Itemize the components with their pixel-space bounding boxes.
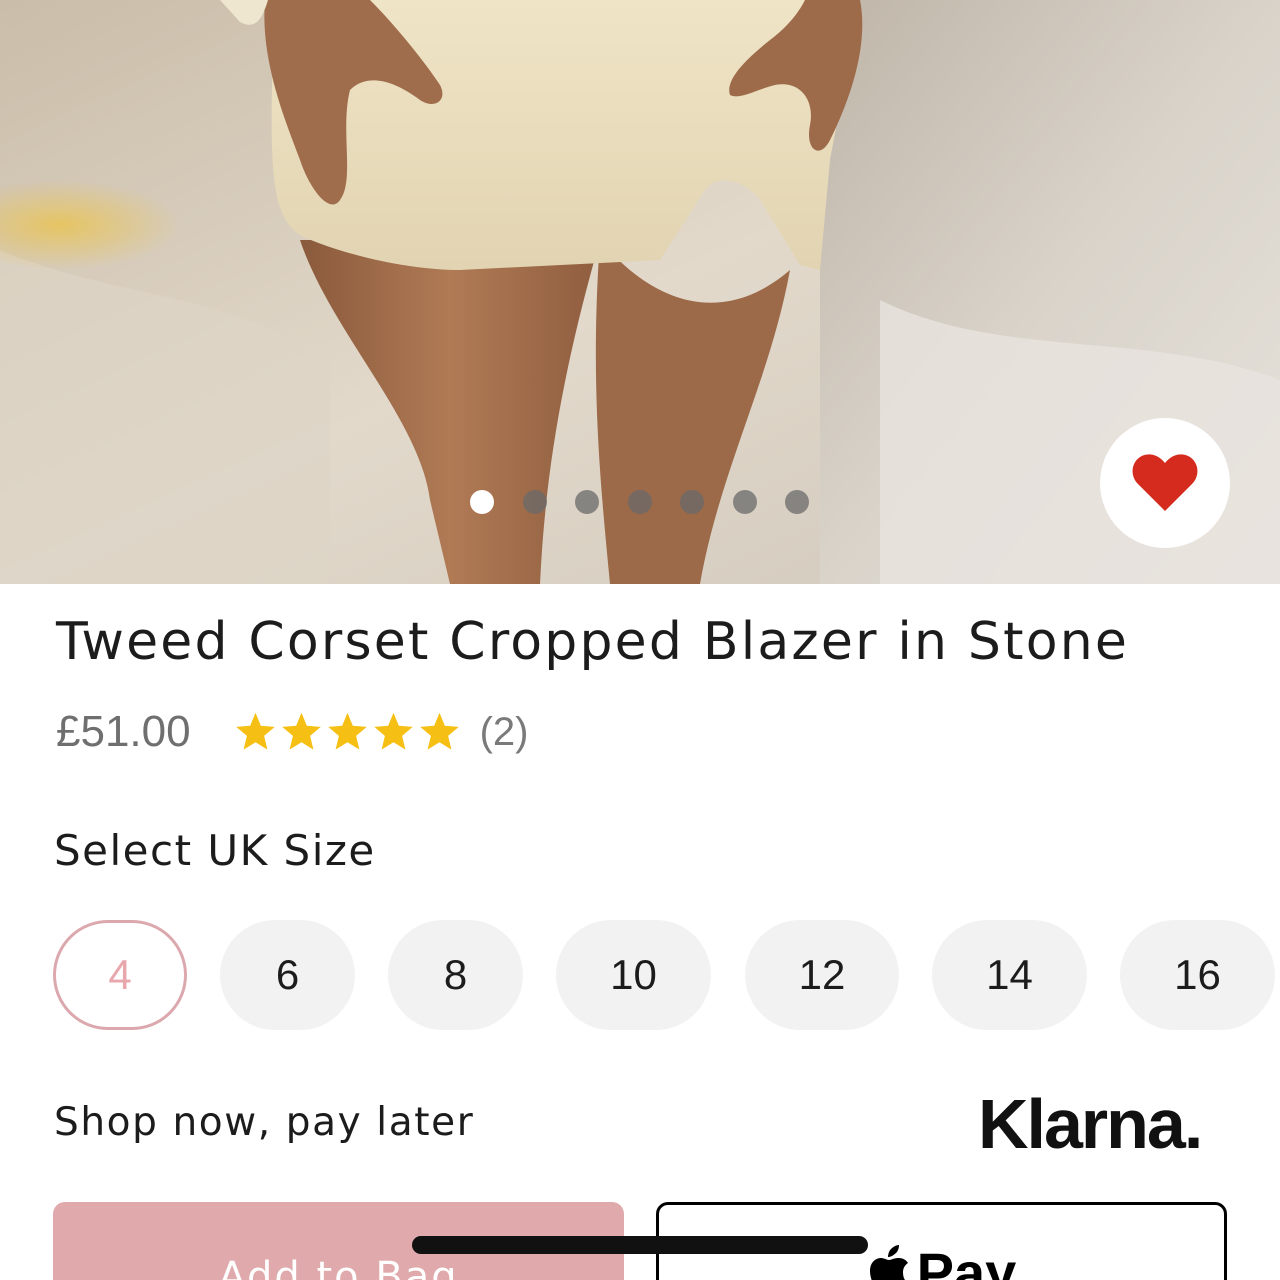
product-title: Tweed Corset Cropped Blazer in Stone [56,612,1130,672]
add-to-bag-label: Add to Bag [218,1254,459,1280]
size-option[interactable]: 6 [220,920,355,1030]
carousel-dot[interactable] [470,490,494,514]
star-rating[interactable] [233,710,462,754]
size-option[interactable]: 10 [556,920,711,1030]
apple-icon [869,1245,908,1280]
home-indicator[interactable] [412,1236,868,1254]
product-price: £51.00 [56,707,191,756]
star-icon [235,712,275,750]
carousel-dot[interactable] [522,490,547,514]
carousel-dot[interactable] [732,490,757,514]
favorite-button[interactable] [1100,418,1230,548]
carousel-dot[interactable] [575,490,599,514]
size-option[interactable]: 14 [932,920,1087,1030]
apple-pay-label: Pay [916,1241,1017,1280]
review-count[interactable]: (2) [480,710,529,755]
pay-later-text: Shop now, pay later [54,1100,475,1145]
carousel-dot[interactable] [785,490,809,514]
product-page: Tweed Corset Cropped Blazer in Stone £51… [0,0,1280,1280]
size-heading: Select UK Size [54,826,376,875]
size-option[interactable]: 12 [745,920,899,1030]
heart-icon [1132,454,1198,511]
carousel-dot[interactable] [627,490,652,514]
star-icon [373,712,413,750]
price-rating-row: £51.00 (2) [56,702,528,762]
klarna-logo[interactable]: Klarna. [978,1084,1203,1164]
star-icon [327,712,367,750]
carousel-dot[interactable] [680,490,704,514]
size-option[interactable]: 16 [1120,920,1275,1030]
star-icon [419,712,459,750]
carousel-indicator[interactable] [470,490,809,514]
size-option[interactable]: 8 [388,920,523,1030]
star-icon [281,712,321,750]
size-option[interactable]: 4 [53,920,187,1030]
product-image-carousel[interactable] [0,0,1280,584]
apple-pay-content: Pay [867,1241,1017,1280]
